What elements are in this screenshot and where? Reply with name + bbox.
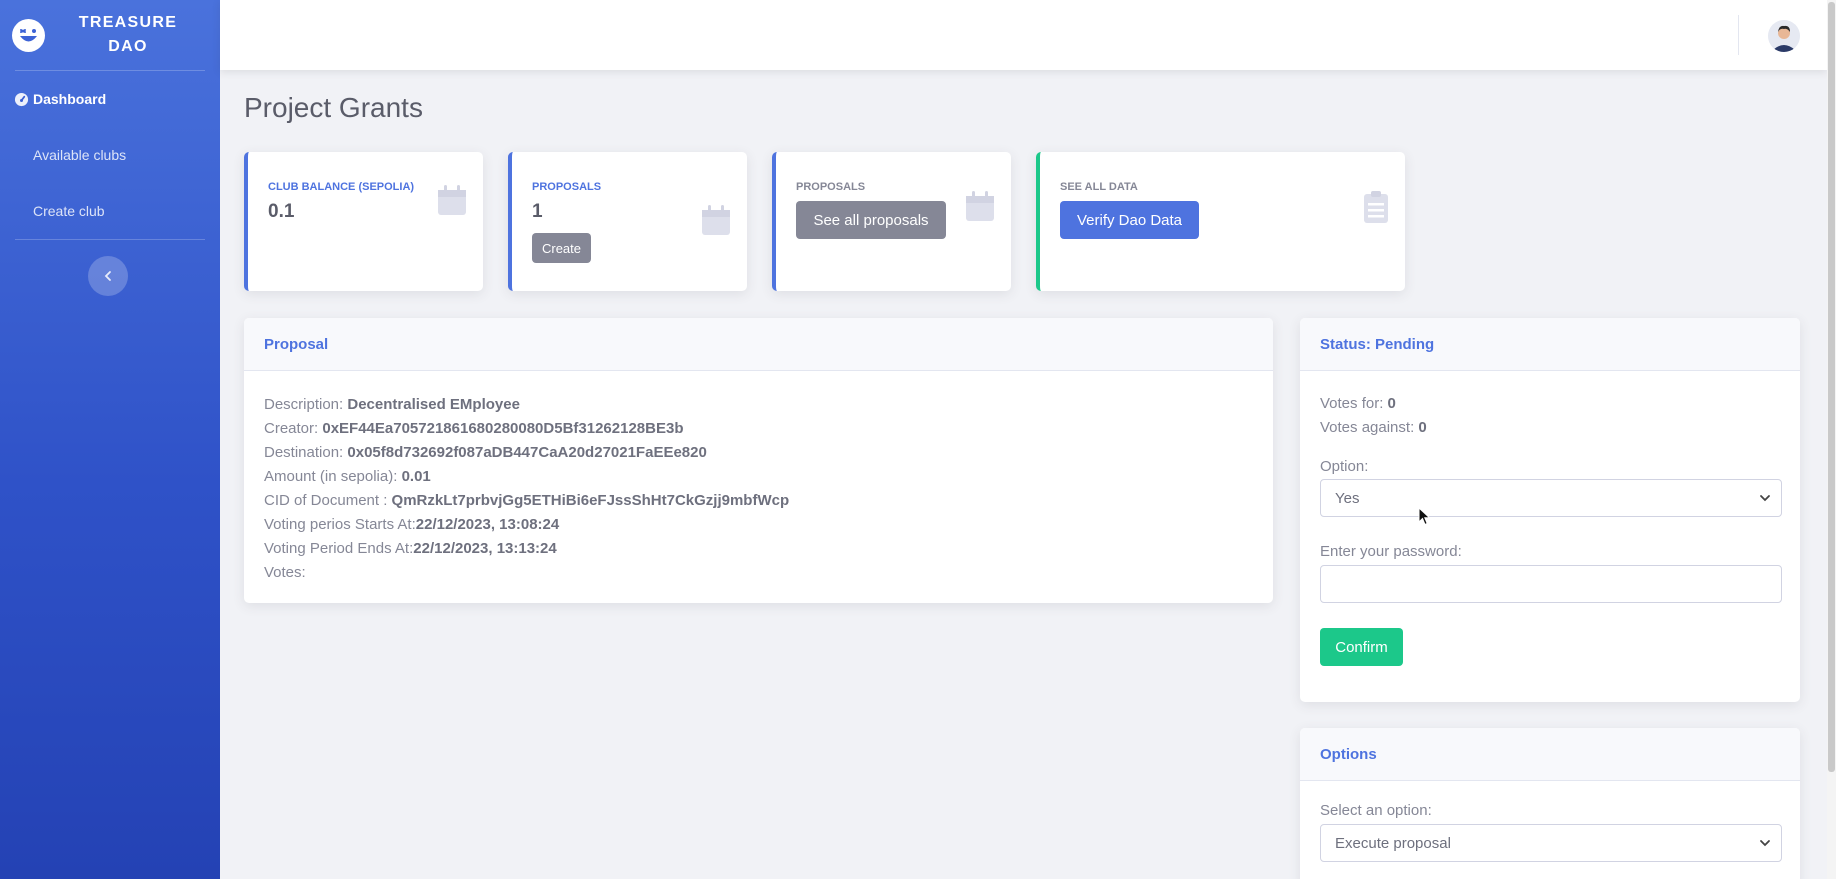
proposal-creator: Creator: 0xEF44Ea705721861680280080D5Bf3…	[264, 420, 684, 437]
proposal-header: Proposal	[244, 318, 1273, 371]
proposal-details: Description: Decentralised EMployee Crea…	[244, 371, 1273, 607]
brand[interactable]: TREASURE DAO	[0, 0, 220, 70]
voting-start: Voting perios Starts At:22/12/2023, 13:0…	[264, 516, 560, 533]
calendar-icon	[702, 205, 730, 235]
voting-end: Voting Period Ends At:22/12/2023, 13:13:…	[264, 540, 557, 557]
tachometer-icon	[14, 92, 29, 106]
sidebar: TREASURE DAO Dashboard Available clubs C…	[0, 0, 220, 879]
votes-for: Votes for: 0	[1320, 395, 1396, 412]
proposals-count: 1	[532, 201, 543, 222]
scrollbar-thumb[interactable]	[1828, 2, 1835, 772]
password-label: Enter your password:	[1320, 543, 1462, 560]
brand-name: TREASURE DAO	[78, 14, 178, 55]
sidebar-item-label: Dashboard	[33, 91, 107, 107]
proposal-amount: Amount (in sepolia): 0.01	[264, 468, 431, 485]
card-label: PROPOSALS	[796, 181, 866, 193]
chevron-down-icon	[1760, 840, 1770, 847]
calendar-icon	[438, 185, 466, 215]
page-title: Project Grants	[244, 92, 423, 123]
password-field[interactable]	[1320, 565, 1782, 603]
action-option-value: Execute proposal	[1335, 834, 1451, 852]
card-label: PROPOSALS	[532, 181, 602, 193]
sidebar-item-available-clubs[interactable]: Available clubs	[0, 127, 220, 183]
club-balance-card: CLUB BALANCE (SEPOLIA) 0.1	[244, 152, 483, 291]
vote-counts: Votes for: 0 Votes against: 0	[1320, 392, 1427, 440]
all-proposals-card: PROPOSALS See all proposals	[772, 152, 1011, 291]
proposal-panel: Proposal Description: Decentralised EMpl…	[244, 318, 1273, 603]
action-option-select[interactable]: Execute proposal	[1320, 824, 1782, 862]
user-icon	[1768, 20, 1800, 52]
options-panel: Options Select an option: Execute propos…	[1300, 728, 1800, 879]
sidebar-item-label: Create club	[33, 203, 105, 219]
sidebar-item-dashboard[interactable]: Dashboard	[0, 71, 220, 127]
proposals-card: PROPOSALS 1 Create	[508, 152, 747, 291]
sidebar-toggle-button[interactable]	[88, 256, 128, 296]
proposal-cid: CID of Document : QmRzkLt7prbvjGg5ETHiBi…	[264, 492, 790, 509]
select-option-label: Select an option:	[1320, 802, 1432, 819]
status-header: Status: Pending	[1300, 318, 1800, 371]
create-proposal-button[interactable]: Create	[532, 233, 591, 263]
topbar-divider	[1738, 15, 1739, 55]
club-balance-value: 0.1	[268, 201, 295, 222]
option-label: Option:	[1320, 458, 1369, 475]
sidebar-item-create-club[interactable]: Create club	[0, 183, 220, 239]
card-label: SEE ALL DATA	[1060, 181, 1138, 193]
all-data-card: SEE ALL DATA Verify Dao Data	[1036, 152, 1405, 291]
page-scrollbar[interactable]	[1827, 0, 1836, 879]
vote-option-select[interactable]: Yes	[1320, 479, 1782, 517]
laugh-wink-icon	[12, 18, 45, 52]
proposal-destination: Destination: 0x05f8d732692f087aDB447CaA2…	[264, 444, 707, 461]
user-avatar[interactable]	[1768, 20, 1800, 52]
calendar-icon	[966, 191, 994, 221]
see-all-proposals-button[interactable]: See all proposals	[796, 201, 946, 239]
topbar	[220, 0, 1827, 70]
vote-option-value: Yes	[1335, 489, 1360, 507]
sidebar-divider	[15, 239, 205, 240]
card-label: CLUB BALANCE (SEPOLIA)	[268, 181, 415, 193]
verify-dao-data-button[interactable]: Verify Dao Data	[1060, 201, 1199, 239]
chevron-down-icon	[1760, 495, 1770, 502]
clipboard-list-icon	[1364, 191, 1388, 223]
options-header: Options	[1300, 728, 1800, 781]
proposal-description: Description: Decentralised EMployee	[264, 396, 520, 413]
sidebar-item-label: Available clubs	[33, 147, 127, 163]
mouse-cursor-icon	[1418, 507, 1431, 526]
votes-against: Votes against: 0	[1320, 419, 1427, 436]
status-panel: Status: Pending Votes for: 0 Votes again…	[1300, 318, 1800, 702]
chevron-left-icon	[104, 271, 111, 281]
confirm-button[interactable]: Confirm	[1320, 628, 1403, 666]
proposal-votes: Votes:	[264, 564, 306, 581]
